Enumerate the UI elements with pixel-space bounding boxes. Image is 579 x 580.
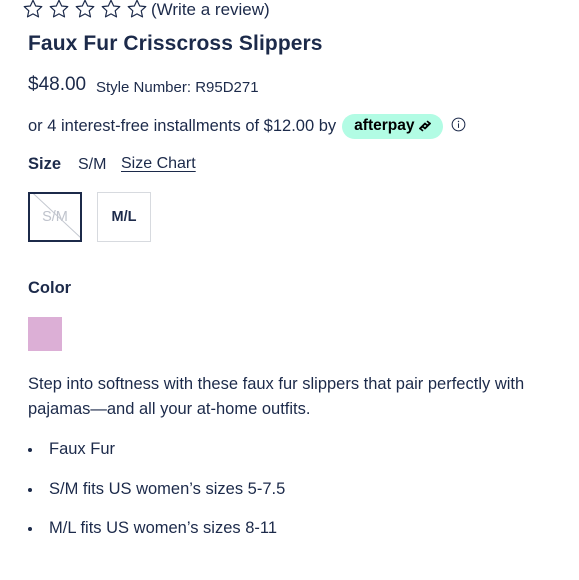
write-review-link[interactable]: (Write a review) — [151, 0, 270, 20]
bullet-dot — [28, 448, 32, 452]
list-item-text: M/L fits US women’s sizes 8-11 — [49, 519, 278, 537]
list-item-text: S/M fits US women’s sizes 5-7.5 — [49, 479, 286, 498]
unavailable-strike — [33, 194, 80, 240]
star-outline-icon — [75, 0, 95, 18]
product-title: Faux Fur Crisscross Slippers — [28, 32, 323, 55]
product-description: Step into softness with these faux fur s… — [28, 375, 525, 418]
product-price: $48.00 — [28, 74, 87, 95]
list-item: M/L fits US women’s sizes 8-11 — [28, 517, 285, 557]
star-outline-icon — [49, 0, 69, 18]
star-outline-icon — [23, 0, 43, 18]
info-icon[interactable] — [451, 117, 466, 137]
selected-size-value: S/M — [78, 156, 107, 173]
afterpay-badge[interactable]: afterpay — [342, 114, 444, 139]
afterpay-text: or 4 interest-free installments of $12.0… — [28, 117, 337, 135]
star-outline-icon — [101, 0, 121, 18]
style-number: Style Number: R95D271 — [96, 79, 259, 96]
color-label: Color — [28, 279, 72, 297]
color-swatch-pink[interactable] — [28, 317, 62, 351]
size-option-label: M/L — [111, 209, 137, 225]
list-item: S/M fits US women’s sizes 5-7.5 — [28, 478, 285, 518]
feature-list: Faux Fur S/M fits US women’s sizes 5-7.5… — [28, 438, 285, 557]
list-item: Faux Fur — [28, 438, 285, 478]
list-item-text: Faux Fur — [49, 440, 116, 458]
bullet-dot — [28, 487, 32, 492]
afterpay-installments: or 4 interest-free installments of $12.0… — [28, 114, 466, 139]
rating-stars[interactable] — [22, 0, 152, 20]
size-option-sm[interactable]: S/M — [28, 192, 82, 242]
afterpay-badge-label: afterpay — [354, 117, 415, 134]
size-option-ml[interactable]: M/L — [97, 192, 151, 242]
size-label: Size — [28, 155, 62, 173]
bullet-dot — [28, 527, 32, 531]
afterpay-logo-icon — [419, 120, 432, 132]
star-outline-icon — [127, 0, 147, 18]
size-chart-link[interactable]: Size Chart — [121, 155, 196, 173]
